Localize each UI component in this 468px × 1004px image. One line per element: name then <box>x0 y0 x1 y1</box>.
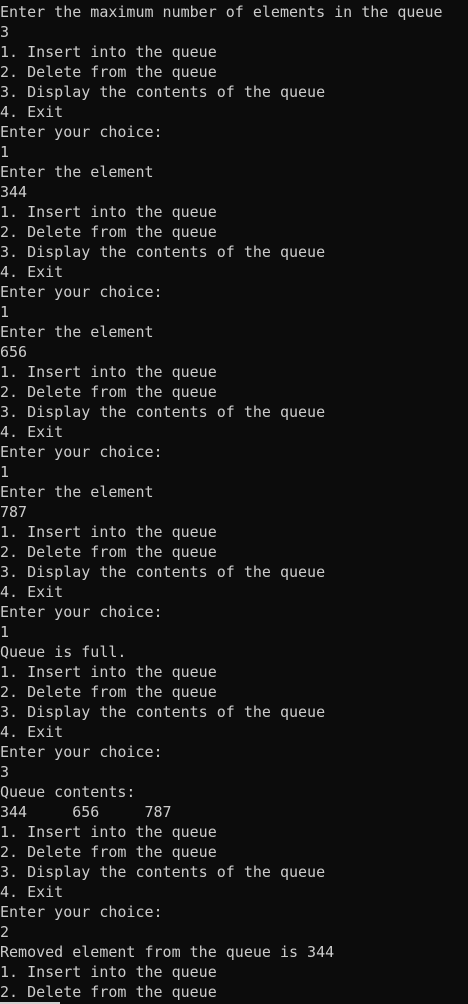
console-line: Queue is full. <box>0 643 127 661</box>
console-line: 3 <box>0 763 10 781</box>
console-line: Queue contents: <box>0 783 136 801</box>
console-line: Enter the maximum number of elements in … <box>0 3 443 21</box>
console-line: 3. Display the contents of the queue <box>0 863 326 881</box>
console-line: 656 <box>0 343 28 361</box>
console-line: 1 <box>0 623 10 641</box>
console-line: 1. Insert into the queue <box>0 523 217 541</box>
console-line: 1. Insert into the queue <box>0 203 217 221</box>
console-line: 1. Insert into the queue <box>0 663 217 681</box>
console-line: 1 <box>0 303 10 321</box>
console-line: 1 <box>0 143 10 161</box>
console-line: 3. Display the contents of the queue <box>0 243 326 261</box>
console-line: 2. Delete from the queue <box>0 63 217 81</box>
console-line: Enter your choice: <box>0 903 163 921</box>
console-line: 3. Display the contents of the queue <box>0 83 326 101</box>
console-line: 4. Exit <box>0 583 64 601</box>
console-line: 1. Insert into the queue <box>0 823 217 841</box>
console-line: 4. Exit <box>0 723 64 741</box>
console-line: Enter the element <box>0 323 154 341</box>
console-line: 1 <box>0 463 10 481</box>
console-line: Enter your choice: <box>0 603 163 621</box>
console-line: 2. Delete from the queue <box>0 543 217 561</box>
console-line: 787 <box>0 503 28 521</box>
console-line: Enter your choice: <box>0 443 163 461</box>
console-line: 4. Exit <box>0 103 64 121</box>
console-line: 2 <box>0 923 10 941</box>
console-line: 4. Exit <box>0 263 64 281</box>
console-line: Enter your choice: <box>0 283 163 301</box>
console-line: 2. Delete from the queue <box>0 383 217 401</box>
console-line: Enter the element <box>0 483 154 501</box>
console-line: 1. Insert into the queue <box>0 363 217 381</box>
console-line: 1. Insert into the queue <box>0 43 217 61</box>
console-line: 4. Exit <box>0 423 64 441</box>
console-line: 2. Delete from the queue <box>0 683 217 701</box>
console-line: 3. Display the contents of the queue <box>0 703 326 721</box>
console-line: 344 <box>0 183 28 201</box>
console-line: 2. Delete from the queue <box>0 223 217 241</box>
console-line: Removed element from the queue is 344 <box>0 943 335 961</box>
console-line: 3. Display the contents of the queue <box>0 403 326 421</box>
console-line: 2. Delete from the queue <box>0 983 217 1001</box>
console-line: Enter your choice: <box>0 123 163 141</box>
console-output: Enter the maximum number of elements in … <box>0 2 468 1004</box>
console-line: 1. Insert into the queue <box>0 963 217 981</box>
console-line: 3. Display the contents of the queue <box>0 563 326 581</box>
console-line: 3 <box>0 23 10 41</box>
console-line: 4. Exit <box>0 883 64 901</box>
console-line: 2. Delete from the queue <box>0 843 217 861</box>
console-line: Enter the element <box>0 163 154 181</box>
console-line: 344 656 787 <box>0 803 172 821</box>
console-line: Enter your choice: <box>0 743 163 761</box>
